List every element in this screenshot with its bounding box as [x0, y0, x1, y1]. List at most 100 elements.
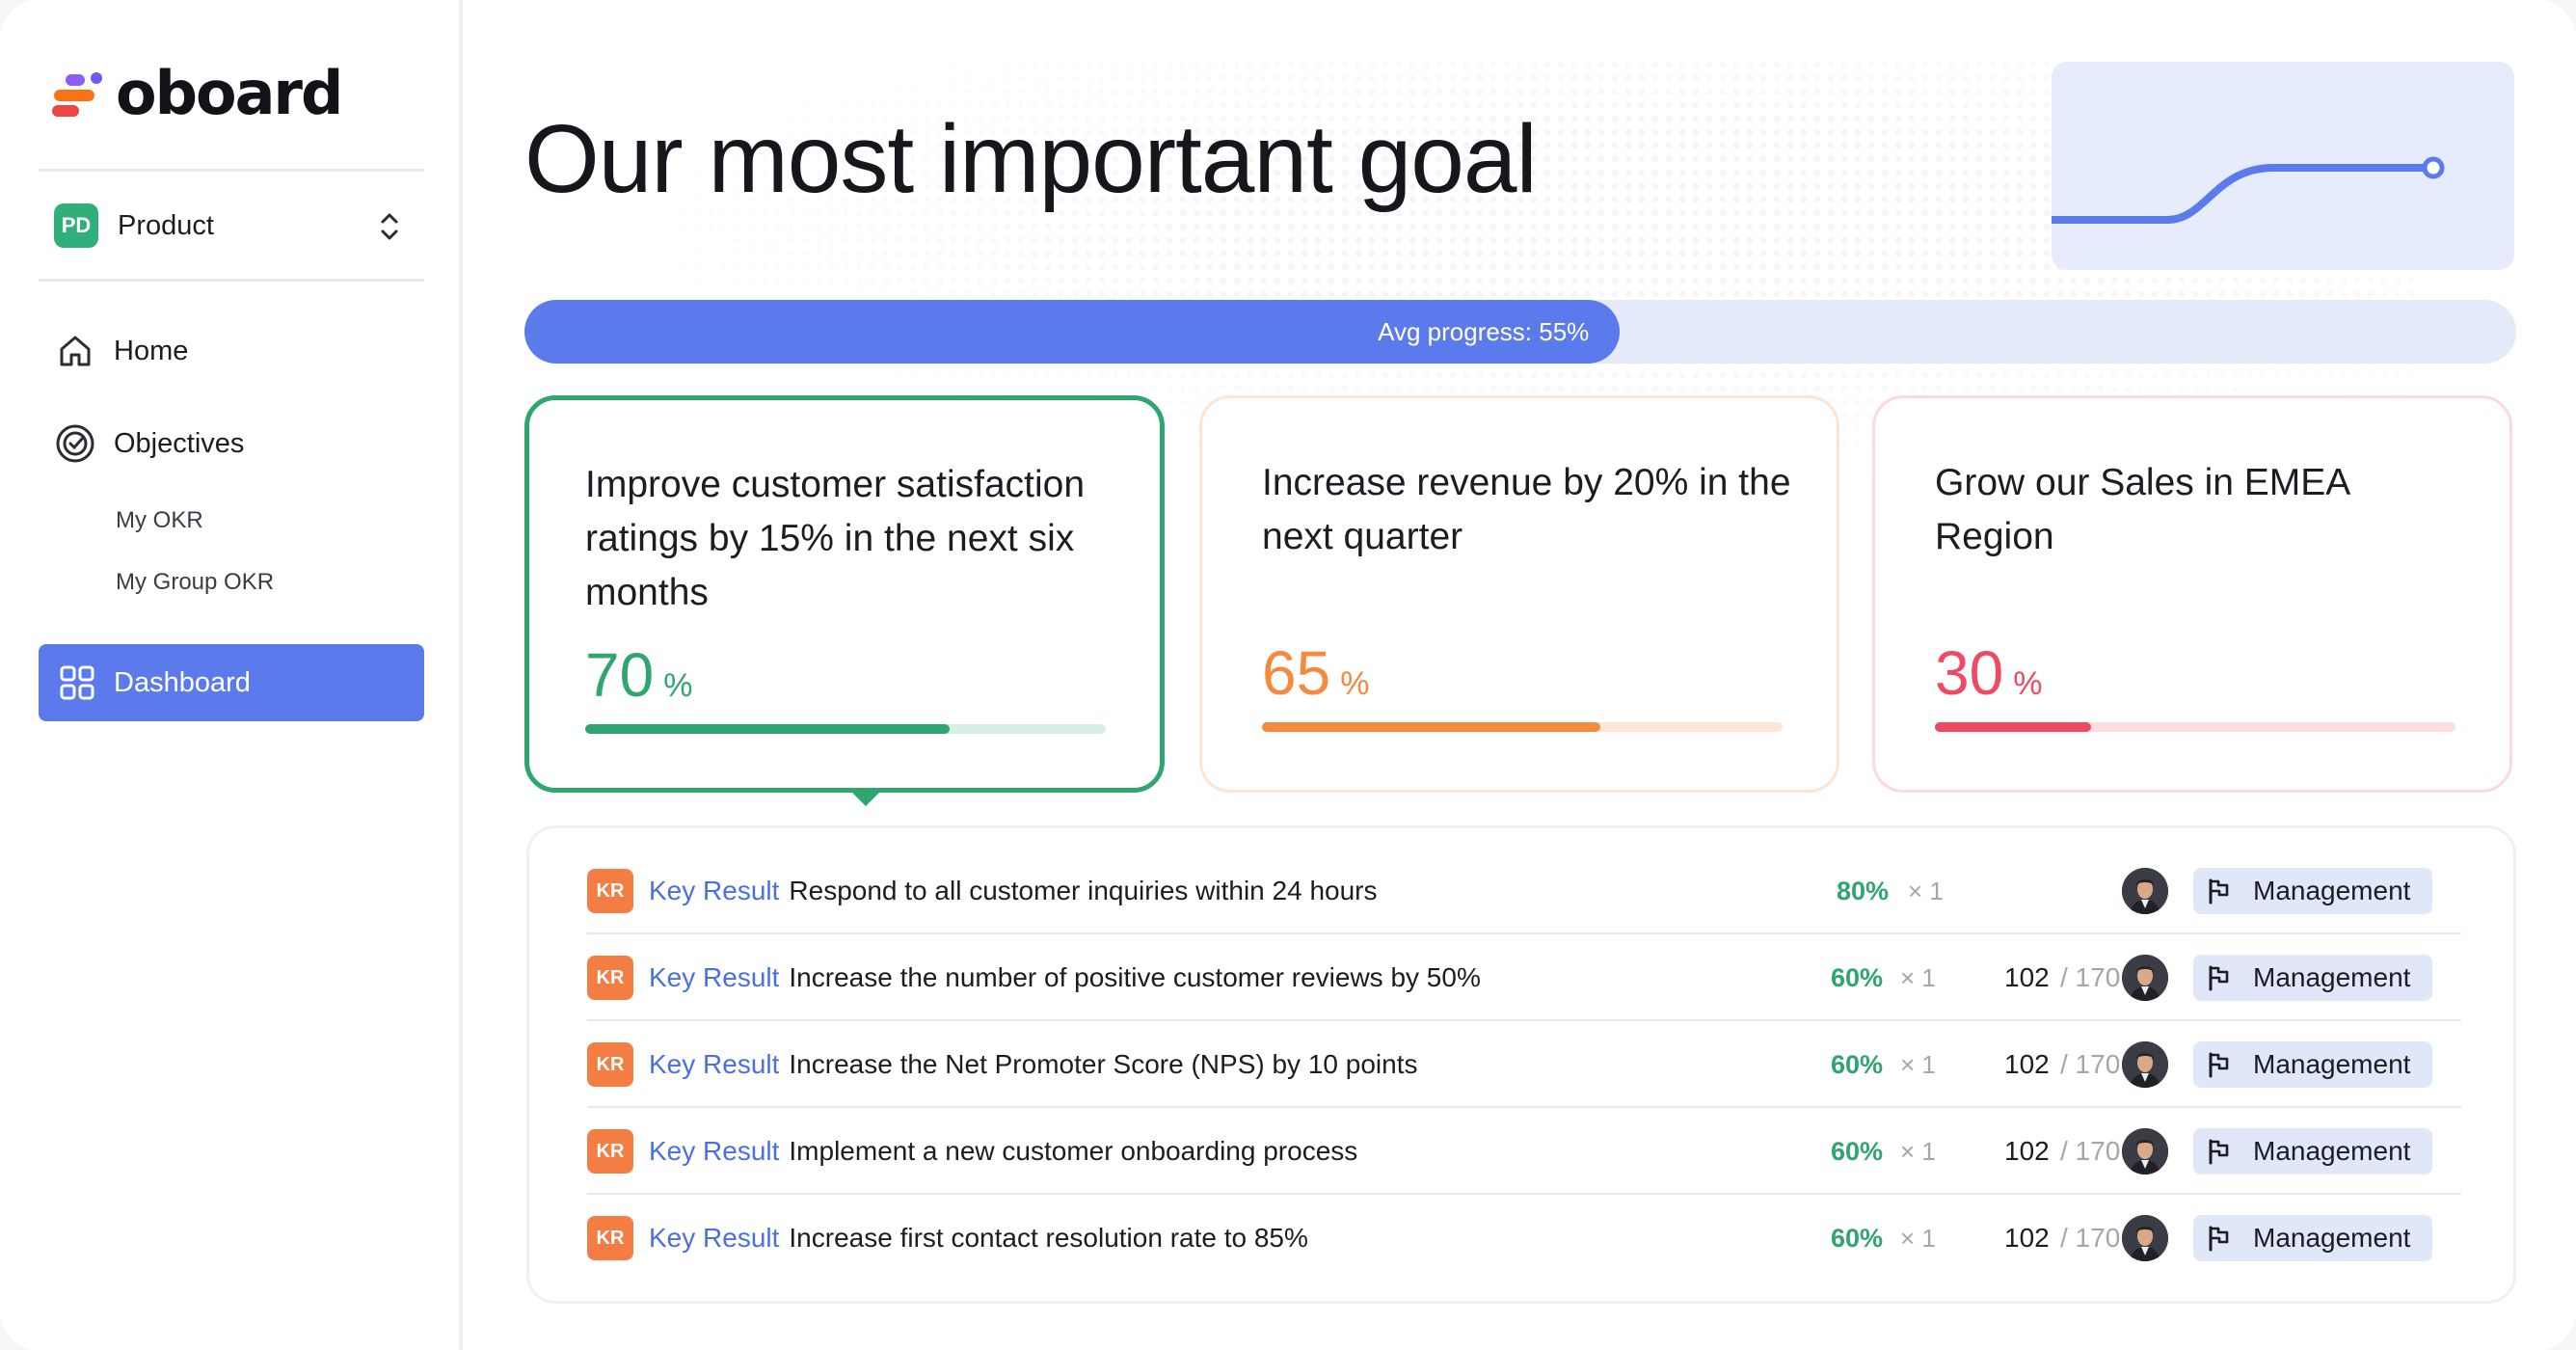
objective-progress-value: 70%	[585, 640, 693, 710]
objective-card[interactable]: Improve customer satisfaction ratings by…	[524, 395, 1165, 793]
main-content: Our most important goal Avg progress: 55…	[467, 0, 2576, 1350]
kr-multiplier: × 1	[1908, 876, 1944, 905]
kr-type-link[interactable]: Key Result	[649, 962, 779, 993]
kr-multiplier: × 1	[1900, 962, 1936, 992]
divider	[39, 279, 424, 282]
tag-label: Management	[2253, 1136, 2411, 1166]
kr-title: Increase the Net Promoter Score (NPS) by…	[789, 1049, 1418, 1079]
logo[interactable]: oboard	[52, 58, 343, 128]
kr-percent: 60%	[1831, 1136, 1884, 1166]
sidebar-item-my-group-okr[interactable]: My Group OKR	[116, 569, 274, 596]
kr-badge: KR	[587, 869, 633, 913]
objective-progress-value: 65%	[1262, 638, 1370, 708]
kr-type-link[interactable]: Key Result	[649, 876, 779, 906]
list-item[interactable]: KR Key Result Implement a new customer o…	[587, 1108, 2461, 1195]
kr-multiplier: × 1	[1900, 1049, 1936, 1079]
workspace-switcher[interactable]: PD Product	[54, 203, 401, 248]
avg-progress-label: Avg progress: 55%	[1378, 316, 1590, 346]
kr-target-value: / 170	[2060, 962, 2121, 992]
target-icon	[54, 422, 96, 465]
flag-icon	[2209, 1052, 2229, 1078]
brand-name: oboard	[116, 58, 343, 128]
avg-progress-fill: Avg progress: 55%	[524, 300, 1621, 364]
tag-label: Management	[2253, 962, 2411, 992]
avatar[interactable]	[2122, 1215, 2168, 1261]
avatar[interactable]	[2122, 955, 2168, 1001]
kr-multiplier: × 1	[1900, 1223, 1936, 1253]
kr-title: Increase the number of positive customer…	[789, 962, 1481, 992]
objective-title: Grow our Sales in EMEA Region	[1935, 462, 2349, 557]
kr-percent: 60%	[1831, 962, 1884, 992]
kr-title: Respond to all customer inquiries within…	[789, 876, 1378, 905]
sidebar-item-label: Objectives	[114, 427, 245, 459]
kr-target-value: / 170	[2060, 1223, 2121, 1253]
tag-label: Management	[2253, 876, 2411, 905]
kr-percent: 60%	[1831, 1049, 1884, 1079]
list-item[interactable]: KR Key Result Increase the number of pos…	[587, 934, 2461, 1021]
kr-badge: KR	[587, 1216, 633, 1260]
workspace-badge: PD	[54, 203, 98, 248]
sidebar-item-label: Home	[114, 335, 189, 366]
kr-current-value: 102	[2004, 962, 2050, 992]
app-window: oboard PD Product Home Objectives My OKR	[0, 0, 2576, 1350]
kr-target-value: / 170	[2060, 1049, 2121, 1079]
home-icon	[54, 330, 96, 372]
kr-title: Implement a new customer onboarding proc…	[789, 1136, 1358, 1166]
kr-multiplier: × 1	[1900, 1136, 1936, 1166]
group-tag[interactable]: Management	[2193, 1128, 2432, 1174]
logo-mark-icon	[52, 68, 102, 119]
flag-icon	[2209, 965, 2229, 991]
avatar[interactable]	[2122, 1041, 2168, 1088]
kr-type-link[interactable]: Key Result	[649, 1223, 779, 1254]
flag-icon	[2209, 1139, 2229, 1165]
sidebar-item-home[interactable]: Home	[54, 330, 188, 372]
kr-target-value: / 170	[2060, 1136, 2121, 1166]
flag-icon	[2209, 1226, 2229, 1252]
sidebar-item-dashboard[interactable]: Dashboard	[39, 644, 424, 721]
objective-card[interactable]: Grow our Sales in EMEA Region 30%	[1872, 395, 2512, 793]
objective-progress-bar	[1262, 722, 1783, 732]
divider	[39, 169, 424, 172]
group-tag[interactable]: Management	[2193, 1215, 2432, 1261]
page-title: Our most important goal	[524, 105, 1538, 213]
kr-percent: 80%	[1837, 876, 1890, 905]
grid-icon	[60, 665, 94, 700]
kr-type-link[interactable]: Key Result	[649, 1136, 779, 1167]
kr-badge: KR	[587, 1129, 633, 1174]
kr-badge: KR	[587, 1042, 633, 1087]
sidebar-item-objectives[interactable]: Objectives	[54, 422, 244, 465]
selected-pointer-icon	[848, 789, 883, 806]
list-item[interactable]: KR Key Result Increase the Net Promoter …	[587, 1021, 2461, 1108]
objective-progress-value: 30%	[1935, 638, 2043, 708]
tag-label: Management	[2253, 1049, 2411, 1079]
workspace-name: Product	[118, 209, 214, 241]
sidebar: oboard PD Product Home Objectives My OKR	[0, 0, 463, 1350]
group-tag[interactable]: Management	[2193, 868, 2432, 914]
objective-progress-bar	[1935, 722, 2455, 732]
trend-sparkline	[2052, 62, 2514, 270]
sidebar-item-my-okr[interactable]: My OKR	[116, 507, 203, 534]
group-tag[interactable]: Management	[2193, 1041, 2432, 1088]
objective-card[interactable]: Increase revenue by 20% in the next quar…	[1199, 395, 1839, 793]
sidebar-item-label: Dashboard	[114, 666, 251, 698]
kr-percent: 60%	[1831, 1223, 1884, 1253]
kr-type-link[interactable]: Key Result	[649, 1049, 779, 1080]
chevron-up-down-icon	[381, 213, 398, 240]
kr-current-value: 102	[2004, 1136, 2050, 1166]
objective-title: Increase revenue by 20% in the next quar…	[1262, 462, 1791, 557]
objective-title: Improve customer satisfaction ratings by…	[585, 464, 1086, 613]
avatar[interactable]	[2122, 1128, 2168, 1174]
avatar[interactable]	[2122, 868, 2168, 914]
flag-icon	[2209, 878, 2229, 904]
list-item[interactable]: KR Key Result Respond to all customer in…	[587, 848, 2461, 934]
avg-progress-bar: Avg progress: 55%	[524, 300, 2516, 364]
kr-current-value: 102	[2004, 1223, 2050, 1253]
group-tag[interactable]: Management	[2193, 955, 2432, 1001]
kr-badge: KR	[587, 956, 633, 1000]
list-item[interactable]: KR Key Result Increase first contact res…	[587, 1195, 2461, 1282]
objective-progress-bar	[585, 724, 1106, 734]
kr-current-value: 102	[2004, 1049, 2050, 1079]
key-results-list: KR Key Result Respond to all customer in…	[526, 825, 2516, 1304]
kr-title: Increase first contact resolution rate t…	[789, 1223, 1308, 1253]
tag-label: Management	[2253, 1223, 2411, 1253]
